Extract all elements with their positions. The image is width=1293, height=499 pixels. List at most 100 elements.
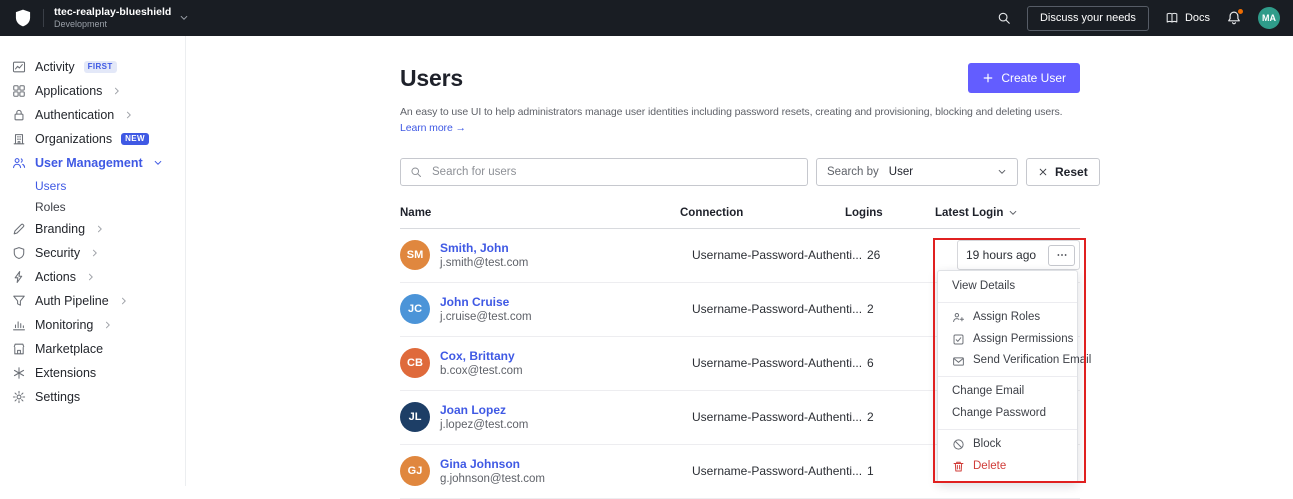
row-menu-button[interactable] [1048, 245, 1075, 266]
connection-value: Username-Password-Authenti... [692, 248, 867, 262]
table-header: Name Connection Logins Latest Login [400, 199, 1080, 229]
chevron-right-icon [112, 86, 122, 96]
discuss-your-needs-button[interactable]: Discuss your needs [1027, 6, 1149, 31]
search-by-label: Search by [827, 166, 879, 178]
topbar: ttec-realplay-blueshield Development Dis… [0, 0, 1293, 36]
sidebar-item-roles[interactable]: Roles [0, 196, 185, 217]
sidebar-item-extensions[interactable]: Extensions [0, 361, 185, 385]
sidebar-item-auth-pipeline[interactable]: Auth Pipeline [0, 289, 185, 313]
sidebar: Activity FIRST Applications Authenticati… [0, 36, 186, 486]
sort-chevron-icon [1008, 208, 1018, 218]
topbar-divider [43, 9, 44, 27]
shield-icon [12, 246, 26, 260]
user-name-link[interactable]: Cox, Brittany [440, 349, 523, 363]
avatar: CB [400, 348, 430, 378]
sidebar-item-applications[interactable]: Applications [0, 79, 185, 103]
user-email: j.cruise@test.com [440, 311, 532, 323]
plus-icon [982, 72, 994, 84]
chevron-down-icon [153, 158, 163, 168]
menu-item-assign-roles[interactable]: Assign Roles [938, 307, 1077, 329]
chevron-right-icon [95, 224, 105, 234]
notifications-button[interactable] [1226, 10, 1242, 26]
row-context-menu: View Details Assign Roles Assign Permiss… [937, 270, 1078, 483]
search-by-dropdown[interactable]: Search by User [816, 158, 1018, 186]
tenant-environment: Development [54, 19, 171, 30]
docs-icon [1165, 11, 1179, 25]
sidebar-item-branding[interactable]: Branding [0, 217, 185, 241]
tenant-switcher[interactable]: ttec-realplay-blueshield Development [54, 6, 189, 30]
column-header-latest-login[interactable]: Latest Login [935, 207, 1080, 219]
page-header: Users Create User [400, 63, 1080, 93]
menu-divider [938, 429, 1077, 430]
sidebar-item-settings[interactable]: Settings [0, 385, 185, 409]
chevron-right-icon [90, 248, 100, 258]
menu-item-block[interactable]: Block [938, 434, 1077, 456]
avatar: SM [400, 240, 430, 270]
logins-value: 26 [867, 248, 957, 262]
chevron-down-icon [997, 167, 1007, 177]
page-description: An easy to use UI to help administrators… [400, 105, 1080, 137]
sidebar-item-marketplace[interactable]: Marketplace [0, 337, 185, 361]
docs-link[interactable]: Docs [1165, 11, 1210, 25]
assign-roles-icon [952, 311, 965, 324]
user-search-box[interactable] [400, 158, 808, 186]
menu-item-view-details[interactable]: View Details [938, 276, 1077, 298]
avatar: JL [400, 402, 430, 432]
email-icon [952, 355, 965, 368]
sidebar-item-user-management[interactable]: User Management [0, 151, 185, 175]
latest-login-cell: 19 hours ago [957, 240, 1080, 270]
menu-item-assign-permissions[interactable]: Assign Permissions [938, 329, 1077, 351]
avatar: GJ [400, 456, 430, 486]
topbar-right: Discuss your needs Docs MA [997, 6, 1280, 31]
docs-label: Docs [1185, 12, 1210, 24]
menu-divider [938, 302, 1077, 303]
actions-icon [12, 270, 26, 284]
latest-login-value: 19 hours ago [966, 248, 1036, 262]
tenant-text: ttec-realplay-blueshield Development [54, 6, 171, 30]
user-name-link[interactable]: John Cruise [440, 295, 532, 309]
create-user-button[interactable]: Create User [968, 63, 1080, 93]
search-input[interactable] [430, 165, 798, 179]
user-name-link[interactable]: Joan Lopez [440, 403, 528, 417]
menu-item-delete[interactable]: Delete [938, 456, 1077, 478]
sidebar-item-users[interactable]: Users [0, 175, 185, 196]
connection-value: Username-Password-Authenti... [692, 410, 867, 424]
notification-dot [1237, 8, 1244, 15]
column-header-connection: Connection [680, 207, 845, 219]
auth-pipeline-icon [12, 294, 26, 308]
menu-item-send-verification-email[interactable]: Send Verification Email [938, 350, 1077, 372]
user-avatar[interactable]: MA [1258, 7, 1280, 29]
search-by-value: User [885, 166, 991, 178]
sidebar-item-authentication[interactable]: Authentication [0, 103, 185, 127]
monitoring-icon [12, 318, 26, 332]
sidebar-item-activity[interactable]: Activity FIRST [0, 55, 185, 79]
column-header-name: Name [400, 207, 680, 219]
chevron-right-icon [103, 320, 113, 330]
auth0-logo-icon [13, 8, 33, 28]
applications-icon [12, 84, 26, 98]
trash-icon [952, 460, 965, 473]
menu-item-change-email[interactable]: Change Email [938, 381, 1077, 403]
user-name-link[interactable]: Gina Johnson [440, 457, 545, 471]
column-header-logins: Logins [845, 207, 935, 219]
menu-item-change-password[interactable]: Change Password [938, 403, 1077, 425]
connection-value: Username-Password-Authenti... [692, 356, 867, 370]
user-name-link[interactable]: Smith, John [440, 241, 528, 255]
sidebar-item-monitoring[interactable]: Monitoring [0, 313, 185, 337]
sidebar-item-security[interactable]: Security [0, 241, 185, 265]
search-icon[interactable] [997, 11, 1011, 25]
search-icon [410, 166, 422, 178]
avatar: JC [400, 294, 430, 324]
learn-more-link[interactable]: Learn more → [400, 122, 466, 134]
assign-permissions-icon [952, 333, 965, 346]
user-email: j.lopez@test.com [440, 419, 528, 431]
organizations-icon [12, 132, 26, 146]
page-title: Users [400, 65, 463, 92]
sidebar-item-organizations[interactable]: Organizations NEW [0, 127, 185, 151]
authentication-icon [12, 108, 26, 122]
chevron-right-icon [119, 296, 129, 306]
first-badge: FIRST [84, 61, 117, 73]
sidebar-item-actions[interactable]: Actions [0, 265, 185, 289]
gear-icon [12, 390, 26, 404]
reset-button[interactable]: Reset [1026, 158, 1100, 186]
